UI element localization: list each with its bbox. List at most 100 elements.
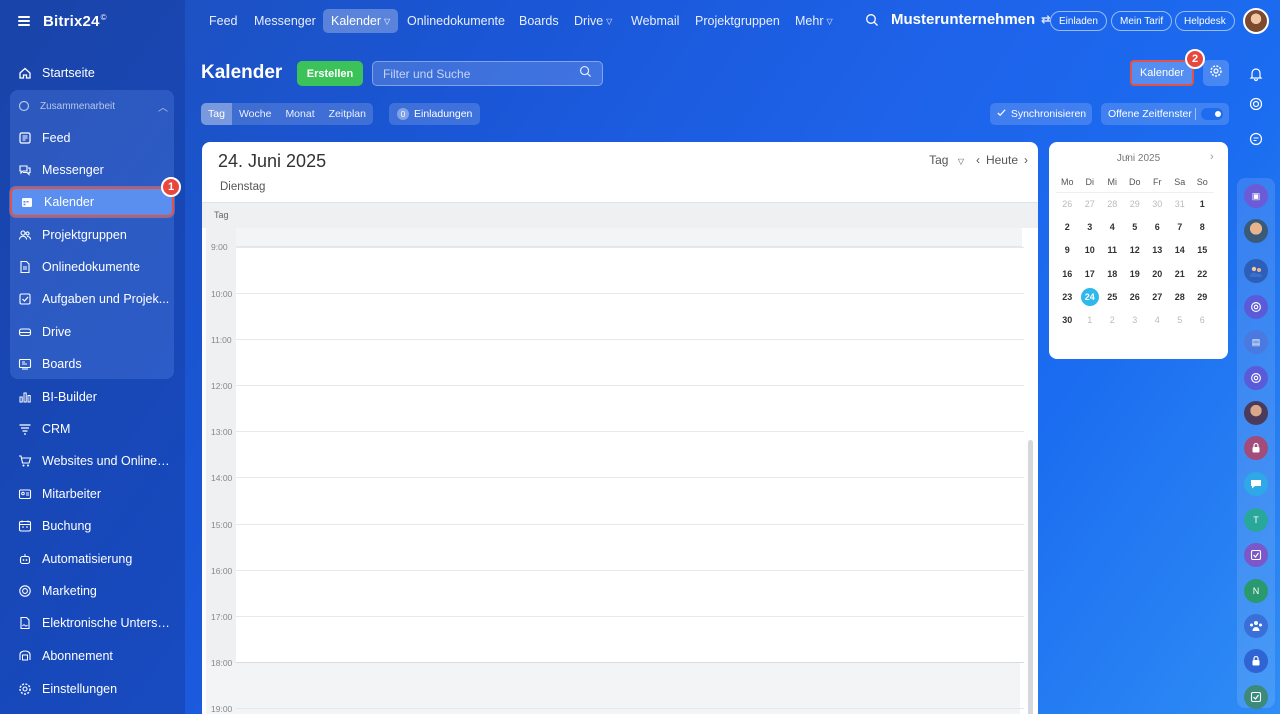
sync-button[interactable]: Synchronisieren xyxy=(990,103,1092,125)
copilot-chat-icon[interactable] xyxy=(1244,295,1268,319)
tab-feed[interactable]: Feed xyxy=(201,9,246,33)
calendar-day[interactable]: 1 xyxy=(1079,308,1102,331)
calendar-day[interactable]: 29 xyxy=(1124,192,1147,215)
calendar-day[interactable]: 17 xyxy=(1079,262,1102,285)
team-icon[interactable] xyxy=(1244,614,1268,638)
tab-webmail[interactable]: Webmail xyxy=(623,9,687,33)
tab-boards[interactable]: Boards xyxy=(511,9,567,33)
calendar-day[interactable]: 18 xyxy=(1101,262,1124,285)
calendar-day[interactable]: 13 xyxy=(1146,239,1169,262)
invitations-button[interactable]: 0 Einladungen xyxy=(389,103,481,125)
sidebar-item-projektgruppen[interactable]: Projektgruppen xyxy=(10,221,174,249)
sidebar-item-kalender[interactable]: Kalender xyxy=(10,187,174,217)
user-avatar[interactable] xyxy=(1243,8,1269,34)
calendar-day[interactable]: 5 xyxy=(1169,308,1192,331)
chat-avatar-icon[interactable]: ▣ xyxy=(1244,184,1268,208)
open-slots-toggle[interactable]: Offene Zeitfenster xyxy=(1101,103,1229,125)
calendar-day[interactable]: 3 xyxy=(1079,215,1102,238)
time-grid[interactable]: 9:00 10:00 11:00 12:00 13:00 14:00 15:00… xyxy=(206,228,1024,714)
task-check-icon[interactable] xyxy=(1244,685,1268,709)
invite-button[interactable]: Einladen xyxy=(1050,11,1107,31)
toggle-switch[interactable] xyxy=(1201,108,1223,120)
calendar-day[interactable]: 21 xyxy=(1169,262,1192,285)
search-field[interactable] xyxy=(372,61,603,86)
calendar-day[interactable]: 4 xyxy=(1101,215,1124,238)
tab-mehr[interactable]: Mehr ▽ xyxy=(787,9,841,33)
sidebar-item-messenger[interactable]: Messenger xyxy=(10,156,174,184)
sidebar-item-startseite[interactable]: Startseite xyxy=(10,59,174,87)
user-initial-avatar[interactable]: T xyxy=(1244,508,1268,532)
sidebar-group-header[interactable]: Zusammenarbeit ︿ xyxy=(18,98,168,114)
sidebar-item-feed[interactable]: Feed xyxy=(10,124,174,152)
calendar-day[interactable]: 6 xyxy=(1146,215,1169,238)
calendar-day[interactable]: 11 xyxy=(1101,239,1124,262)
sidebar-item-drive[interactable]: Drive xyxy=(10,318,174,346)
scrollbar[interactable] xyxy=(1028,440,1033,714)
calendar-day[interactable]: 24 xyxy=(1079,285,1102,308)
calendar-day[interactable]: 23 xyxy=(1056,285,1079,308)
calendar-day[interactable]: 27 xyxy=(1079,192,1102,215)
sidebar-item-bi-builder[interactable]: BI-Builder xyxy=(10,383,174,411)
calendar-day[interactable]: 25 xyxy=(1101,285,1124,308)
calendar-day[interactable]: 19 xyxy=(1124,262,1147,285)
calendar-day[interactable]: 2 xyxy=(1056,215,1079,238)
tab-drive[interactable]: Drive ▽ xyxy=(566,9,620,33)
sidebar-item-mitarbeiter[interactable]: Mitarbeiter xyxy=(10,480,174,508)
copilot-chat-icon[interactable] xyxy=(1244,366,1268,390)
notifications-bell-icon[interactable] xyxy=(1244,62,1268,86)
brand-logo[interactable]: Bitrix24© xyxy=(43,13,107,30)
calendar-day[interactable]: 26 xyxy=(1124,285,1147,308)
tariff-button[interactable]: Mein Tarif xyxy=(1111,11,1173,31)
calendar-day[interactable]: 1 xyxy=(1191,192,1214,215)
calendar-day[interactable]: 5 xyxy=(1124,215,1147,238)
settings-button[interactable] xyxy=(1203,60,1229,86)
mode-select[interactable]: Tag ▽ xyxy=(923,153,964,167)
create-button[interactable]: Erstellen xyxy=(297,61,363,86)
calendar-day[interactable]: 9 xyxy=(1056,239,1079,262)
sidebar-item-e-signature[interactable]: Elektronische Untersc... xyxy=(10,609,174,637)
today-button[interactable]: Heute xyxy=(986,153,1018,167)
search-input[interactable] xyxy=(383,66,579,81)
view-tab-day[interactable]: Tag xyxy=(201,103,232,125)
tab-kalender[interactable]: Kalender ▽ xyxy=(323,9,399,33)
sidebar-item-abonnement[interactable]: Abonnement xyxy=(10,642,174,670)
sidebar-item-websites[interactable]: Websites und Onlines... xyxy=(10,447,174,475)
task-check-icon[interactable] xyxy=(1244,543,1268,567)
tab-messenger[interactable]: Messenger xyxy=(246,9,324,33)
search-icon[interactable] xyxy=(579,65,592,83)
calendar-day[interactable]: 29 xyxy=(1191,285,1214,308)
sidebar-item-aufgaben[interactable]: Aufgaben und Projek... xyxy=(10,285,174,313)
company-name[interactable]: Musterunternehmen ⇄ xyxy=(891,11,1050,28)
sidebar-item-onlinedokumente[interactable]: Onlinedokumente xyxy=(10,253,174,281)
user-avatar[interactable] xyxy=(1244,401,1268,425)
calendar-day[interactable]: 8 xyxy=(1191,215,1214,238)
sidebar-item-crm[interactable]: CRM xyxy=(10,415,174,443)
group-avatar[interactable] xyxy=(1244,259,1268,283)
menu-icon[interactable] xyxy=(18,16,30,26)
calendar-day[interactable]: 26 xyxy=(1056,192,1079,215)
tab-onlinedokumente[interactable]: Onlinedokumente xyxy=(399,9,513,33)
calendar-day[interactable]: 20 xyxy=(1146,262,1169,285)
calendar-day[interactable]: 28 xyxy=(1101,192,1124,215)
sidebar-item-boards[interactable]: Boards xyxy=(10,350,174,378)
sidebar-item-buchung[interactable]: Buchung xyxy=(10,512,174,540)
calendar-day[interactable]: 2 xyxy=(1101,308,1124,331)
calendar-day[interactable]: 14 xyxy=(1169,239,1192,262)
lock-icon[interactable] xyxy=(1244,436,1268,460)
calendar-day[interactable]: 15 xyxy=(1191,239,1214,262)
sidebar-item-marketing[interactable]: Marketing xyxy=(10,577,174,605)
lock-icon[interactable] xyxy=(1244,649,1268,673)
view-tab-month[interactable]: Monat xyxy=(278,103,321,125)
calendar-day[interactable]: 6 xyxy=(1191,308,1214,331)
calendar-day[interactable]: 30 xyxy=(1056,308,1079,331)
calendar-day[interactable]: 7 xyxy=(1169,215,1192,238)
search-icon[interactable] xyxy=(865,13,879,32)
calendar-day[interactable]: 3 xyxy=(1124,308,1147,331)
user-avatar[interactable] xyxy=(1244,219,1268,243)
helpdesk-button[interactable]: Helpdesk xyxy=(1175,11,1235,31)
user-initial-avatar[interactable]: N xyxy=(1244,579,1268,603)
next-month-icon[interactable]: › xyxy=(1210,151,1214,163)
calendar-day[interactable]: 22 xyxy=(1191,262,1214,285)
tab-projektgruppen[interactable]: Projektgruppen xyxy=(687,9,788,33)
calendar-day[interactable]: 30 xyxy=(1146,192,1169,215)
